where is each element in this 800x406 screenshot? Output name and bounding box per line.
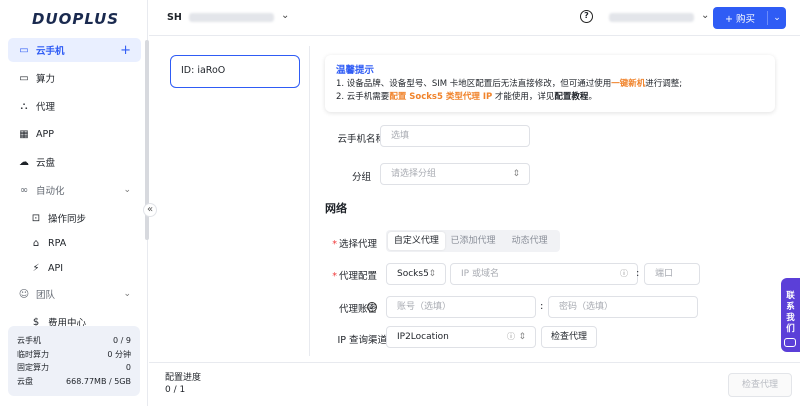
stat-row: 云手机 0 / 9 [17, 336, 131, 345]
sidebar-item-sync[interactable]: ⊡ 操作同步 [8, 206, 141, 230]
brand-logo[interactable]: DUOPLUS [32, 10, 119, 28]
required-mark: * [332, 239, 337, 250]
help-icon[interactable]: ? [580, 10, 593, 23]
ip-channel-select[interactable]: IP2Location ⓘ ⇕ [386, 326, 536, 348]
sidebar-item-proxy[interactable]: ⛬ 代理 [8, 94, 141, 118]
sidebar-item-app[interactable]: ▦ APP [8, 122, 141, 146]
phone-icon: ▭ [19, 44, 29, 56]
api-icon: ⚡ [32, 262, 40, 274]
check-proxy-button[interactable]: 检查代理 [541, 326, 597, 348]
footer-check-proxy-button[interactable]: 检查代理 [728, 373, 792, 397]
sidebar-item-cloud-phone[interactable]: ▭ 云手机 + [8, 38, 141, 62]
sidebar-item-label: 代理 [36, 102, 56, 113]
stat-row: 固定算力 0 [17, 363, 131, 372]
info-icon[interactable]: i [367, 302, 377, 312]
group-label: 分组 [351, 172, 371, 183]
team-icon: ☺ [18, 288, 30, 300]
sidebar-item-cloud-disk[interactable]: ☁ 云盘 [8, 150, 141, 174]
grid-icon: ▦ [19, 128, 29, 140]
top-header: SH ⌄ ? ⌄ + 购买 ⌄ [149, 0, 800, 36]
proxy-password-input[interactable]: 密码（选填） [548, 296, 698, 318]
sidebar-nav: ▭ 云手机 + ▭ 算力 ⛬ 代理 ▦ APP ☁ 云盘 ∞ 自动化 ⌄ ⊡ 操… [8, 38, 141, 335]
one-click-new-link[interactable]: 一键新机 [611, 79, 645, 89]
chevron-down-icon: ⌄ [123, 185, 131, 195]
sidebar-group-team[interactable]: ☺ 团队 ⌄ [8, 282, 141, 306]
config-form: 温馨提示 1. 设备品牌、设备型号、SIM 卡地区配置后无法直接修改，但可通过使… [311, 46, 791, 356]
chevron-down-icon[interactable]: ⌄ [768, 13, 786, 23]
port-input[interactable]: 端口 [644, 263, 700, 285]
collapse-sidebar-button[interactable]: « [143, 203, 157, 217]
chevron-updown-icon: ⇕ [428, 269, 436, 279]
device-card[interactable]: ID: iaRoO [170, 55, 300, 88]
sidebar-item-label: 云盘 [36, 158, 56, 169]
add-icon[interactable]: + [120, 43, 131, 58]
tip-box: 温馨提示 1. 设备品牌、设备型号、SIM 卡地区配置后无法直接修改，但可通过使… [325, 55, 775, 112]
chevron-down-icon: ⌄ [123, 289, 131, 299]
contact-us-button[interactable]: 联 系 我 们 [781, 278, 800, 352]
tutorial-link[interactable]: 配置教程 [554, 92, 588, 102]
plus-icon: + [724, 14, 733, 25]
sidebar-item-label: API [48, 262, 64, 274]
usage-stats: 云手机 0 / 9 临时算力 0 分钟 固定算力 0 云盘 668.77MB / 5GB [8, 326, 140, 396]
sidebar-group-label: 团队 [36, 290, 56, 301]
info-icon[interactable]: ⓘ [507, 327, 515, 347]
sidebar-item-label: 操作同步 [48, 214, 87, 225]
group-select[interactable]: 请选择分组 ⇕ [380, 163, 530, 185]
monitor-icon: ▭ [19, 72, 29, 84]
name-input[interactable]: 选填 [380, 125, 530, 147]
tab-added-proxy[interactable]: 已添加代理 [445, 232, 502, 250]
sidebar-item-label: 云手机 [36, 46, 65, 57]
infinity-icon: ∞ [19, 184, 29, 196]
proxy-type-tabs: 自定义代理 已添加代理 动态代理 [386, 230, 560, 252]
user-account-redacted[interactable] [609, 13, 694, 22]
tab-dynamic-proxy[interactable]: 动态代理 [501, 232, 558, 250]
colon-separator: : [636, 268, 640, 279]
proxy-account-input[interactable]: 账号（选填） [386, 296, 536, 318]
socks5-proxy-link[interactable]: 配置 Socks5 类型代理 IP [389, 92, 492, 102]
buy-button-label: + 购买 [713, 11, 768, 25]
sidebar-group-label: 自动化 [36, 186, 65, 197]
chevron-down-icon[interactable]: ⌄ [281, 10, 289, 21]
chevron-down-icon[interactable]: ⌄ [701, 10, 709, 21]
sidebar-group-automation[interactable]: ∞ 自动化 ⌄ [8, 178, 141, 202]
proxy-protocol-select[interactable]: Socks5 ⇕ [386, 263, 446, 285]
config-progress: 配置进度 0 / 1 [165, 373, 202, 395]
cloud-icon: ☁ [19, 156, 29, 168]
sidebar-item-label: 算力 [36, 74, 56, 85]
ip-input[interactable]: IP 或域名 ⓘ [450, 263, 638, 285]
tip-title: 温馨提示 [336, 65, 375, 76]
proxy-config-label: * 代理配置 [332, 271, 377, 282]
stat-row: 云盘 668.77MB / 5GB [17, 376, 131, 386]
chat-icon [784, 338, 796, 347]
colon-separator: : [540, 301, 544, 312]
network-section-title: 网络 [325, 202, 347, 215]
tip-line-2: 2. 云手机需要配置 Socks5 类型代理 IP 才能使用，详见配置教程。 [336, 92, 597, 102]
region-code[interactable]: SH [167, 12, 182, 23]
buy-button[interactable]: + 购买 ⌄ [713, 7, 786, 29]
region-name-redacted[interactable] [189, 13, 274, 22]
info-icon[interactable]: ⓘ [620, 264, 628, 284]
sidebar-item-rpa[interactable]: ⌂ RPA [8, 231, 141, 255]
tab-custom-proxy[interactable]: 自定义代理 [388, 232, 445, 250]
required-mark: * [332, 271, 337, 282]
network-icon: ⛬ [20, 100, 28, 112]
tip-line-1: 1. 设备品牌、设备型号、SIM 卡地区配置后无法直接修改，但可通过使用一键新机… [336, 79, 683, 89]
chevron-updown-icon: ⇕ [512, 169, 520, 179]
sidebar-item-api[interactable]: ⚡ API [8, 256, 141, 280]
sidebar: DUOPLUS ▭ 云手机 + ▭ 算力 ⛬ 代理 ▦ APP ☁ 云盘 ∞ 自… [0, 0, 149, 406]
sidebar-item-label: RPA [48, 237, 67, 249]
chevron-updown-icon: ⇕ [518, 332, 526, 342]
proxy-select-label: * 选择代理 [332, 239, 377, 250]
device-list-panel: ID: iaRoO [162, 46, 310, 356]
sidebar-item-label: APP [36, 128, 54, 140]
name-label: 云手机名称 [337, 134, 385, 145]
sync-icon: ⊡ [31, 212, 41, 224]
bottom-bar: 配置进度 0 / 1 检查代理 [149, 362, 800, 406]
ip-channel-label: IP 查询渠道 [337, 335, 387, 346]
stat-row: 临时算力 0 分钟 [17, 349, 131, 359]
robot-icon: ⌂ [32, 237, 40, 249]
sidebar-item-compute[interactable]: ▭ 算力 [8, 66, 141, 90]
